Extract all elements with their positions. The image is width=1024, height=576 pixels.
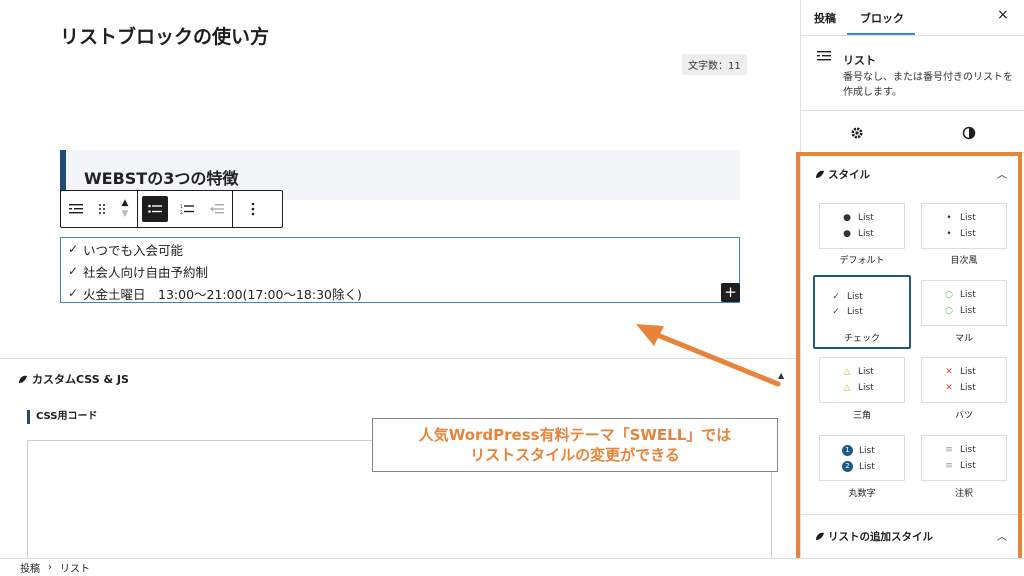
list-block-type-icon[interactable] bbox=[61, 191, 91, 227]
more-options-icon[interactable] bbox=[233, 191, 273, 227]
block-description: 番号なし、または番号付きのリストを作成します。 bbox=[843, 72, 1013, 98]
breadcrumb-item-list[interactable]: リスト bbox=[60, 560, 90, 575]
swell-leaf-icon bbox=[19, 375, 27, 383]
style-panel-highlight bbox=[796, 152, 1022, 563]
active-tab-indicator bbox=[847, 33, 915, 35]
list-block-icon bbox=[817, 50, 831, 66]
block-mover: ▲ ▼ bbox=[113, 191, 137, 227]
post-title[interactable]: リストブロックの使い方 bbox=[60, 22, 269, 49]
check-icon: ✓ bbox=[67, 264, 79, 278]
list-block[interactable]: ✓ いつでも入会可能 ✓ 社会人向け自由予約制 ✓ 火金土曜日 13:00〜21… bbox=[60, 237, 740, 303]
editor-canvas: リストブロックの使い方 文字数：11 WEBSTの3つの特徴 ▲ ▼ 12 ✓ … bbox=[0, 0, 800, 560]
check-icon: ✓ bbox=[67, 242, 79, 256]
tab-post[interactable]: 投稿 bbox=[814, 10, 836, 26]
breadcrumb: 投稿 › リスト bbox=[0, 558, 1024, 576]
css-code-label: CSS用コード bbox=[27, 410, 97, 424]
list-item[interactable]: ✓ 社会人向け自由予約制 bbox=[61, 260, 208, 282]
ordered-list-icon[interactable]: 12 bbox=[172, 191, 202, 227]
gear-icon[interactable] bbox=[850, 126, 864, 144]
drag-handle-icon[interactable] bbox=[91, 191, 113, 227]
breadcrumb-separator: › bbox=[48, 562, 52, 573]
callout-line-1: 人気WordPress有料テーマ「SWELL」では bbox=[418, 426, 732, 444]
check-icon: ✓ bbox=[67, 286, 79, 300]
close-icon[interactable]: × bbox=[997, 7, 1009, 23]
tab-block[interactable]: ブロック bbox=[860, 10, 904, 26]
move-up-icon[interactable]: ▲ bbox=[122, 198, 129, 209]
block-toolbar: ▲ ▼ 12 bbox=[60, 190, 283, 228]
unordered-list-icon[interactable] bbox=[142, 196, 168, 222]
list-item[interactable]: ✓ いつでも入会可能 bbox=[61, 238, 183, 260]
toolbar-group-block: ▲ ▼ bbox=[61, 191, 138, 227]
toolbar-group-list: 12 bbox=[138, 191, 233, 227]
meta-separator bbox=[0, 358, 800, 359]
block-name: リスト bbox=[843, 54, 876, 67]
add-block-button[interactable]: + bbox=[721, 283, 740, 302]
list-item[interactable]: ✓ 火金土曜日 13:00〜21:00(17:00〜18:30除く) bbox=[61, 282, 362, 304]
custom-css-js-panel-title[interactable]: カスタムCSS & JS bbox=[18, 371, 129, 387]
breadcrumb-item-post[interactable]: 投稿 bbox=[20, 560, 40, 575]
outdent-icon[interactable] bbox=[202, 191, 232, 227]
sidebar-separator bbox=[801, 110, 1024, 111]
styles-contrast-icon[interactable] bbox=[962, 126, 976, 144]
char-count-badge: 文字数：11 bbox=[682, 54, 747, 75]
toolbar-group-options bbox=[233, 191, 273, 227]
annotation-callout: 人気WordPress有料テーマ「SWELL」では リストスタイルの変更ができる bbox=[372, 418, 778, 472]
callout-line-2: リストスタイルの変更ができる bbox=[470, 446, 680, 464]
heading-text[interactable]: WEBSTの3つの特徴 bbox=[84, 165, 238, 189]
svg-text:2: 2 bbox=[180, 210, 183, 215]
svg-text:1: 1 bbox=[180, 204, 183, 210]
sidebar-tabs: 投稿 ブロック × bbox=[801, 0, 1024, 36]
move-down-icon[interactable]: ▼ bbox=[122, 209, 129, 220]
collapse-up-icon[interactable]: ▲ bbox=[778, 371, 784, 380]
